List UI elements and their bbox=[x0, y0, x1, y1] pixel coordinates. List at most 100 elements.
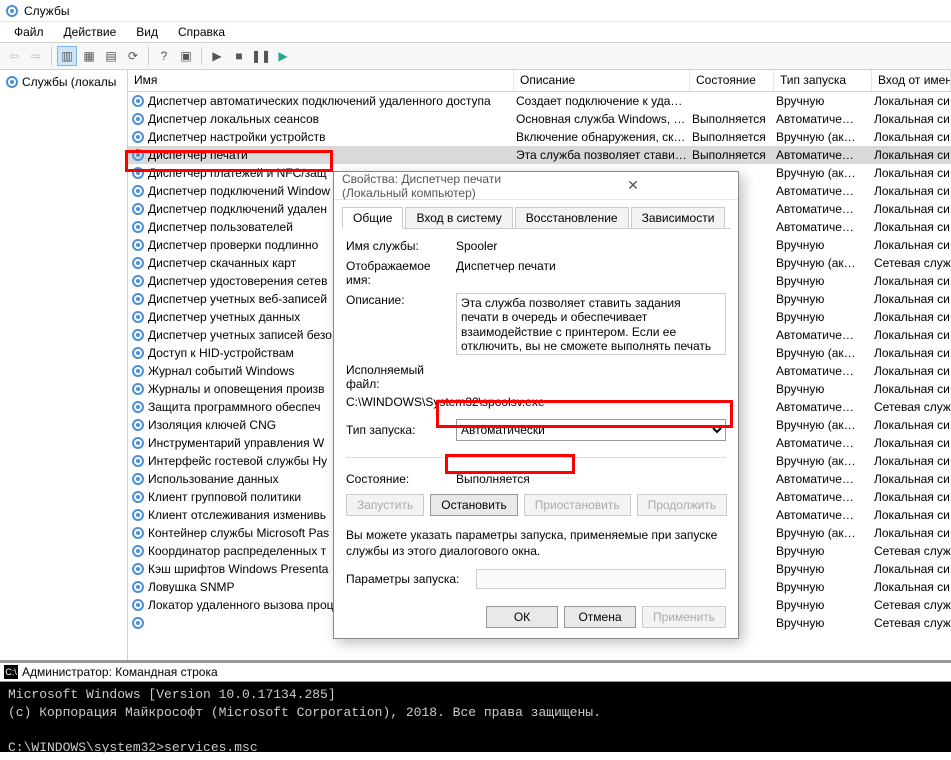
export-button[interactable]: ▤ bbox=[101, 46, 121, 66]
service-startup: Вручную bbox=[774, 94, 872, 108]
col-name[interactable]: Имя bbox=[128, 70, 514, 91]
refresh-button[interactable]: ⟳ bbox=[123, 46, 143, 66]
service-startup: Автоматиче… bbox=[774, 472, 872, 486]
service-startup: Вручную (ак… bbox=[774, 454, 872, 468]
col-startup[interactable]: Тип запуска bbox=[774, 70, 872, 91]
gear-icon bbox=[130, 183, 146, 199]
tab-general[interactable]: Общие bbox=[342, 207, 403, 229]
menu-file[interactable]: Файл bbox=[4, 23, 54, 41]
val-exe: C:\WINDOWS\System32\spoolsv.exe bbox=[346, 395, 545, 409]
label-exe: Исполняемый файл: bbox=[346, 363, 456, 391]
col-desc[interactable]: Описание bbox=[514, 70, 690, 91]
startup-type-select[interactable]: Автоматически bbox=[456, 419, 726, 441]
service-startup: Вручную bbox=[774, 616, 872, 630]
service-state: Выполняется bbox=[690, 112, 774, 126]
service-name: Изоляция ключей CNG bbox=[148, 418, 276, 432]
show-hide-button[interactable]: ▥ bbox=[57, 46, 77, 66]
params-input[interactable] bbox=[476, 569, 726, 589]
gear-icon bbox=[4, 3, 20, 19]
service-row[interactable]: Диспетчер печатиЭта служба позволяет ста… bbox=[128, 146, 951, 164]
service-name: Диспетчер учетных записей безо bbox=[148, 328, 332, 342]
gear-icon bbox=[130, 201, 146, 217]
val-service-name: Spooler bbox=[456, 239, 726, 253]
close-button[interactable]: ✕ bbox=[536, 177, 730, 194]
gear-icon bbox=[130, 579, 146, 595]
service-name: Диспетчер скачанных карт bbox=[148, 256, 296, 270]
tree-root-item[interactable]: Службы (локалы bbox=[0, 72, 127, 91]
play-button[interactable]: ▶ bbox=[207, 46, 227, 66]
service-startup: Автоматиче… bbox=[774, 148, 872, 162]
service-logon: Локальная си… bbox=[872, 292, 951, 306]
service-logon: Локальная си… bbox=[872, 184, 951, 198]
forward-button[interactable]: ⇨ bbox=[26, 46, 46, 66]
back-button[interactable]: ⇦ bbox=[4, 46, 24, 66]
service-startup: Автоматиче… bbox=[774, 364, 872, 378]
service-startup: Вручную (ак… bbox=[774, 346, 872, 360]
gear-icon bbox=[130, 237, 146, 253]
service-logon: Локальная си… bbox=[872, 148, 951, 162]
tab-logon[interactable]: Вход в систему bbox=[405, 207, 512, 229]
menu-help[interactable]: Справка bbox=[168, 23, 235, 41]
tab-dependencies[interactable]: Зависимости bbox=[631, 207, 726, 229]
service-logon: Локальная си… bbox=[872, 220, 951, 234]
window-title: Службы bbox=[24, 4, 69, 18]
console-output[interactable]: Microsoft Windows [Version 10.0.17134.28… bbox=[0, 682, 951, 760]
service-row[interactable]: Диспетчер локальных сеансовОсновная служ… bbox=[128, 110, 951, 128]
service-startup: Вручную bbox=[774, 274, 872, 288]
gear-icon bbox=[130, 525, 146, 541]
service-logon: Локальная си… bbox=[872, 526, 951, 540]
menu-action[interactable]: Действие bbox=[54, 23, 127, 41]
help2-button[interactable]: ▣ bbox=[176, 46, 196, 66]
label-description: Описание: bbox=[346, 293, 456, 307]
service-name: Ловушка SNMP bbox=[148, 580, 234, 594]
service-logon: Локальная си… bbox=[872, 112, 951, 126]
gear-icon bbox=[130, 165, 146, 181]
service-name: Координатор распределенных т bbox=[148, 544, 326, 558]
service-logon: Локальная си… bbox=[872, 238, 951, 252]
service-state: Выполняется bbox=[690, 130, 774, 144]
label-startup: Тип запуска: bbox=[346, 423, 456, 437]
cancel-button[interactable]: Отмена bbox=[564, 606, 636, 628]
pause-button[interactable]: Приостановить bbox=[524, 494, 631, 516]
service-name: Клиент групповой политики bbox=[148, 490, 301, 504]
col-state[interactable]: Состояние bbox=[690, 70, 774, 91]
service-row[interactable]: Диспетчер автоматических подключений уда… bbox=[128, 92, 951, 110]
service-startup: Вручную bbox=[774, 292, 872, 306]
list-header: Имя Описание Состояние Тип запуска Вход … bbox=[128, 70, 951, 92]
service-startup: Вручную bbox=[774, 310, 872, 324]
stop-btn[interactable]: ■ bbox=[229, 46, 249, 66]
tab-recovery[interactable]: Восстановление bbox=[515, 207, 629, 229]
gear-icon bbox=[130, 327, 146, 343]
service-name: Диспетчер подключений удален bbox=[148, 202, 327, 216]
service-name: Использование данных bbox=[148, 472, 279, 486]
menu-view[interactable]: Вид bbox=[126, 23, 168, 41]
apply-button[interactable]: Применить bbox=[642, 606, 726, 628]
col-logon[interactable]: Вход от имени bbox=[872, 70, 951, 91]
service-name: Диспетчер автоматических подключений уда… bbox=[148, 94, 491, 108]
service-startup: Автоматиче… bbox=[774, 220, 872, 234]
service-startup: Автоматиче… bbox=[774, 508, 872, 522]
label-display-name: Отображаемое имя: bbox=[346, 259, 456, 287]
service-desc: Создает подключение к уда… bbox=[514, 94, 690, 108]
service-logon: Локальная си… bbox=[872, 166, 951, 180]
gear-icon bbox=[130, 345, 146, 361]
console-window: C:\ Администратор: Командная строка Micr… bbox=[0, 660, 951, 752]
service-desc: Эта служба позволяет стави… bbox=[514, 148, 690, 162]
resume-button[interactable]: Продолжить bbox=[637, 494, 728, 516]
restart-btn[interactable]: ▶ bbox=[273, 46, 293, 66]
service-startup: Автоматиче… bbox=[774, 490, 872, 504]
ok-button[interactable]: ОК bbox=[486, 606, 558, 628]
service-logon: Сетевая служ… bbox=[872, 544, 951, 558]
pause-btn[interactable]: ❚❚ bbox=[251, 46, 271, 66]
service-name: Диспетчер учетных веб-записей bbox=[148, 292, 327, 306]
start-button[interactable]: Запустить bbox=[346, 494, 424, 516]
service-row[interactable]: Диспетчер настройки устройствВключение о… bbox=[128, 128, 951, 146]
service-name: Журнал событий Windows bbox=[148, 364, 294, 378]
gear-icon bbox=[130, 111, 146, 127]
menubar: Файл Действие Вид Справка bbox=[0, 22, 951, 42]
service-logon: Локальная си… bbox=[872, 130, 951, 144]
help-button[interactable]: ? bbox=[154, 46, 174, 66]
stop-button[interactable]: Остановить bbox=[430, 494, 518, 516]
service-startup: Вручную bbox=[774, 598, 872, 612]
properties-button[interactable]: ▦ bbox=[79, 46, 99, 66]
